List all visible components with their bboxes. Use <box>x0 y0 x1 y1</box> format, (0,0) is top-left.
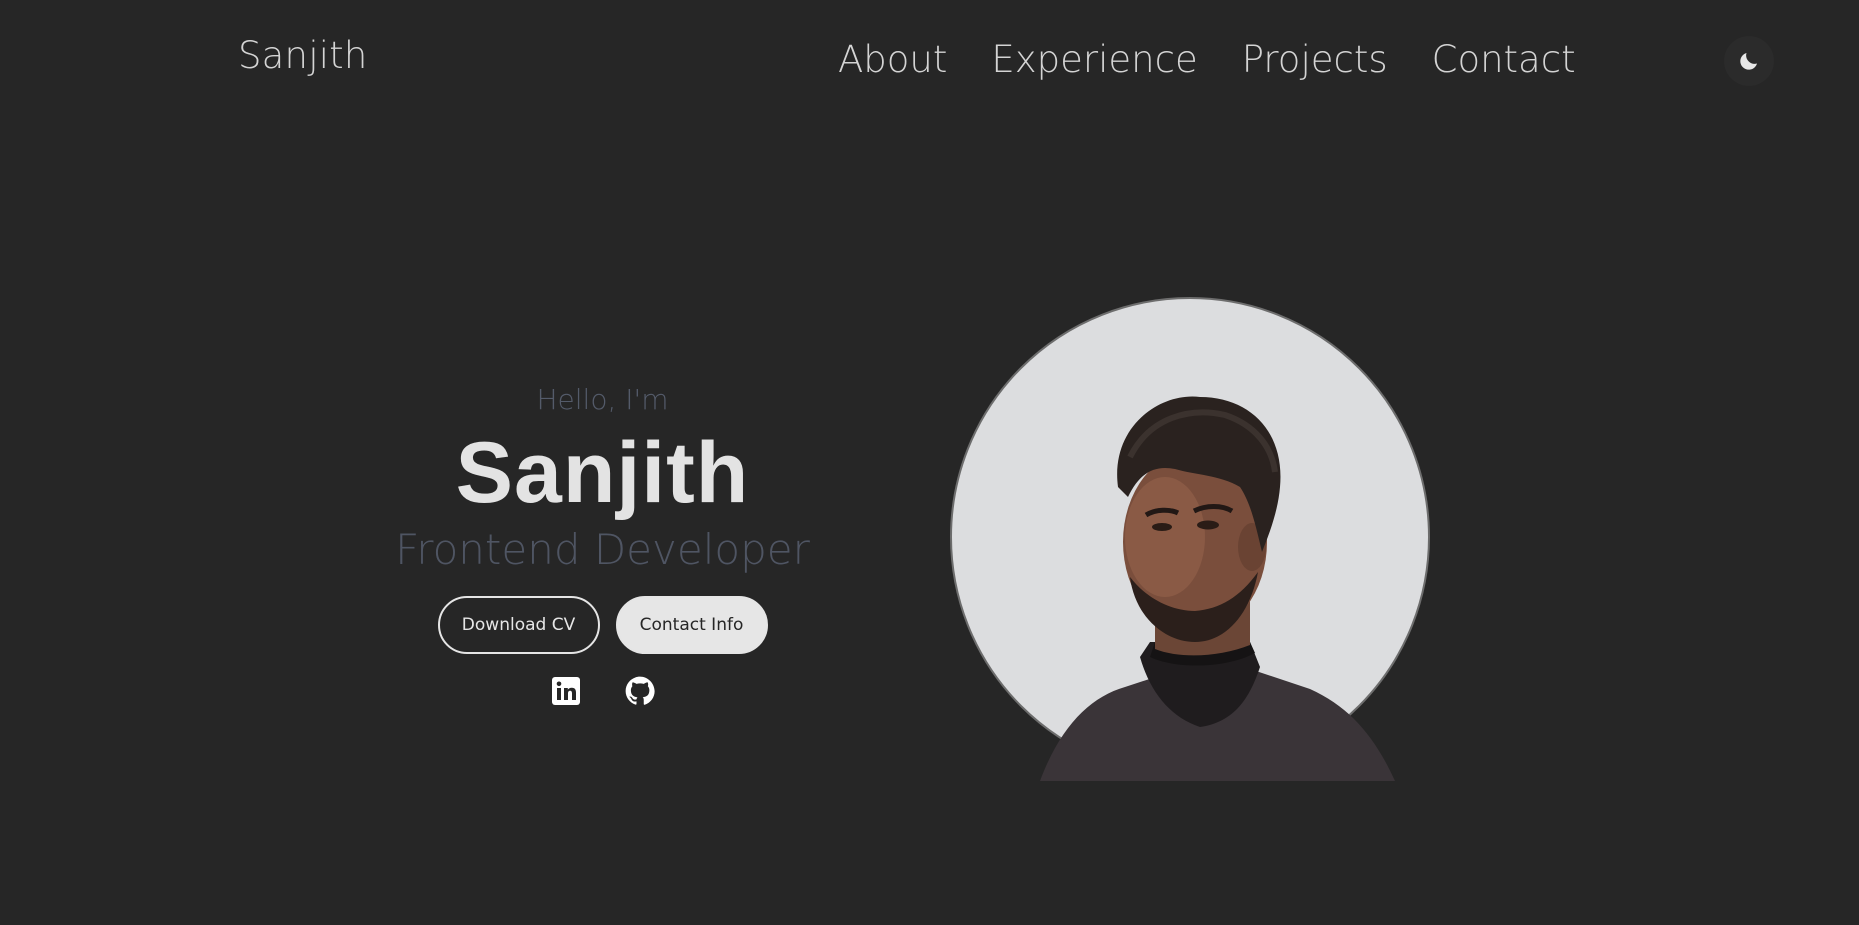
linkedin-icon[interactable] <box>551 676 581 706</box>
contact-info-button[interactable]: Contact Info <box>615 596 768 654</box>
person-illustration <box>1040 396 1395 781</box>
moon-icon <box>1740 53 1757 70</box>
site-logo[interactable]: Sanjith <box>238 32 368 80</box>
hero-buttons: Download CV Contact Info <box>330 596 875 654</box>
nav-projects[interactable]: Projects <box>1242 36 1388 84</box>
page: Sanjith About Experience Projects Contac… <box>0 0 1859 925</box>
theme-toggle-button[interactable] <box>1724 36 1774 86</box>
main-nav: About Experience Projects Contact <box>838 36 1576 84</box>
hero-role: Frontend Developer <box>395 525 810 574</box>
nav-about[interactable]: About <box>838 36 947 84</box>
hero-greeting: Hello, I'm <box>536 383 669 416</box>
hero-name: Sanjith <box>455 425 750 521</box>
download-cv-button[interactable]: Download CV <box>437 596 600 654</box>
nav-experience[interactable]: Experience <box>991 36 1197 84</box>
social-links <box>330 676 875 706</box>
github-icon[interactable] <box>625 676 655 706</box>
nav-contact[interactable]: Contact <box>1432 36 1576 84</box>
profile-photo <box>950 297 1430 781</box>
hero-intro: Hello, I'm Sanjith Frontend Developer Do… <box>330 378 875 706</box>
